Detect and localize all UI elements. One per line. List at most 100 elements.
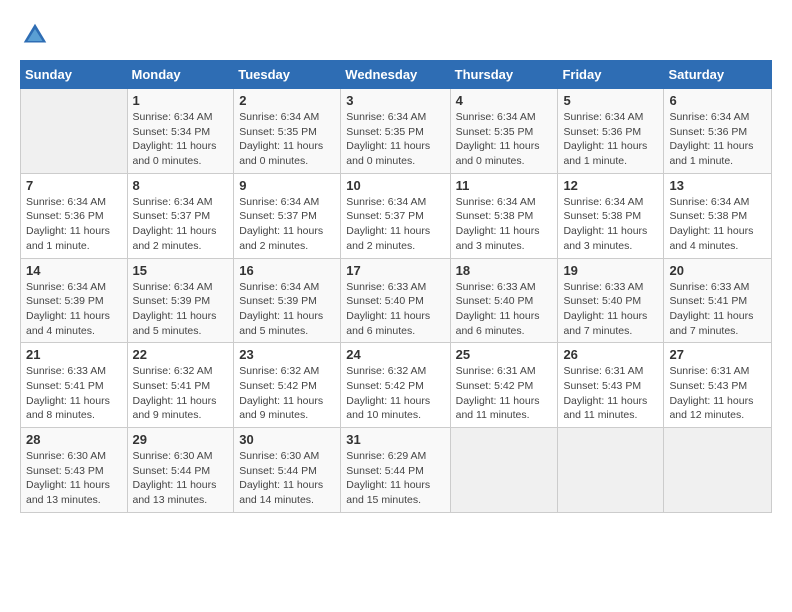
day-detail: Sunrise: 6:33 AM Sunset: 5:40 PM Dayligh… bbox=[563, 280, 658, 339]
calendar-cell: 18 Sunrise: 6:33 AM Sunset: 5:40 PM Dayli… bbox=[450, 258, 558, 343]
calendar-week-5: 28 Sunrise: 6:30 AM Sunset: 5:43 PM Dayli… bbox=[21, 428, 772, 513]
calendar-week-3: 14Sunrise: 6:34 AM Sunset: 5:39 PM Dayli… bbox=[21, 258, 772, 343]
day-detail: Sunrise: 6:34 AM Sunset: 5:38 PM Dayligh… bbox=[456, 195, 553, 254]
calendar-cell: 12 Sunrise: 6:34 AM Sunset: 5:38 PM Dayli… bbox=[558, 173, 664, 258]
calendar-cell: 13 Sunrise: 6:34 AM Sunset: 5:38 PM Dayli… bbox=[664, 173, 772, 258]
day-number: 17 bbox=[346, 263, 444, 278]
logo bbox=[20, 20, 54, 50]
calendar-cell: 7 Sunrise: 6:34 AM Sunset: 5:36 PM Daylig… bbox=[21, 173, 128, 258]
calendar-cell: 20 Sunrise: 6:33 AM Sunset: 5:41 PM Dayli… bbox=[664, 258, 772, 343]
day-detail: Sunrise: 6:30 AM Sunset: 5:44 PM Dayligh… bbox=[133, 449, 229, 508]
calendar-cell: 23 Sunrise: 6:32 AM Sunset: 5:42 PM Dayli… bbox=[234, 343, 341, 428]
day-number: 9 bbox=[239, 178, 335, 193]
day-detail: Sunrise: 6:32 AM Sunset: 5:42 PM Dayligh… bbox=[346, 364, 444, 423]
calendar-cell: 28 Sunrise: 6:30 AM Sunset: 5:43 PM Dayli… bbox=[21, 428, 128, 513]
day-detail: Sunrise: 6:31 AM Sunset: 5:43 PM Dayligh… bbox=[563, 364, 658, 423]
day-detail: Sunrise: 6:34 AM Sunset: 5:36 PM Dayligh… bbox=[26, 195, 122, 254]
day-number: 4 bbox=[456, 93, 553, 108]
calendar-table: SundayMondayTuesdayWednesdayThursdayFrid… bbox=[20, 60, 772, 513]
calendar-cell: 15 Sunrise: 6:34 AM Sunset: 5:39 PM Dayli… bbox=[127, 258, 234, 343]
calendar-cell: 27 Sunrise: 6:31 AM Sunset: 5:43 PM Dayli… bbox=[664, 343, 772, 428]
day-number: 11 bbox=[456, 178, 553, 193]
calendar-cell: 24 Sunrise: 6:32 AM Sunset: 5:42 PM Dayli… bbox=[341, 343, 450, 428]
calendar-cell: 14Sunrise: 6:34 AM Sunset: 5:39 PM Dayli… bbox=[21, 258, 128, 343]
calendar-cell: 10Sunrise: 6:34 AM Sunset: 5:37 PM Dayli… bbox=[341, 173, 450, 258]
calendar-cell: 25 Sunrise: 6:31 AM Sunset: 5:42 PM Dayli… bbox=[450, 343, 558, 428]
header-monday: Monday bbox=[127, 61, 234, 89]
day-number: 25 bbox=[456, 347, 553, 362]
day-detail: Sunrise: 6:32 AM Sunset: 5:41 PM Dayligh… bbox=[133, 364, 229, 423]
calendar-cell bbox=[664, 428, 772, 513]
day-detail: Sunrise: 6:34 AM Sunset: 5:35 PM Dayligh… bbox=[456, 110, 553, 169]
calendar-cell: 19 Sunrise: 6:33 AM Sunset: 5:40 PM Dayli… bbox=[558, 258, 664, 343]
day-detail: Sunrise: 6:33 AM Sunset: 5:40 PM Dayligh… bbox=[456, 280, 553, 339]
calendar-cell: 1 Sunrise: 6:34 AM Sunset: 5:34 PM Daylig… bbox=[127, 89, 234, 174]
day-number: 27 bbox=[669, 347, 766, 362]
calendar-cell: 22 Sunrise: 6:32 AM Sunset: 5:41 PM Dayli… bbox=[127, 343, 234, 428]
calendar-cell: 2 Sunrise: 6:34 AM Sunset: 5:35 PM Daylig… bbox=[234, 89, 341, 174]
calendar-cell: 8 Sunrise: 6:34 AM Sunset: 5:37 PM Daylig… bbox=[127, 173, 234, 258]
header-thursday: Thursday bbox=[450, 61, 558, 89]
calendar-cell: 3Sunrise: 6:34 AM Sunset: 5:35 PM Daylig… bbox=[341, 89, 450, 174]
day-detail: Sunrise: 6:31 AM Sunset: 5:43 PM Dayligh… bbox=[669, 364, 766, 423]
day-number: 18 bbox=[456, 263, 553, 278]
day-number: 26 bbox=[563, 347, 658, 362]
day-number: 13 bbox=[669, 178, 766, 193]
day-number: 15 bbox=[133, 263, 229, 278]
header-saturday: Saturday bbox=[664, 61, 772, 89]
day-detail: Sunrise: 6:32 AM Sunset: 5:42 PM Dayligh… bbox=[239, 364, 335, 423]
day-detail: Sunrise: 6:34 AM Sunset: 5:35 PM Dayligh… bbox=[346, 110, 444, 169]
day-detail: Sunrise: 6:30 AM Sunset: 5:44 PM Dayligh… bbox=[239, 449, 335, 508]
header-friday: Friday bbox=[558, 61, 664, 89]
day-number: 5 bbox=[563, 93, 658, 108]
calendar-cell: 31Sunrise: 6:29 AM Sunset: 5:44 PM Dayli… bbox=[341, 428, 450, 513]
day-number: 12 bbox=[563, 178, 658, 193]
header-tuesday: Tuesday bbox=[234, 61, 341, 89]
day-detail: Sunrise: 6:34 AM Sunset: 5:35 PM Dayligh… bbox=[239, 110, 335, 169]
calendar-cell: 21 Sunrise: 6:33 AM Sunset: 5:41 PM Dayli… bbox=[21, 343, 128, 428]
day-detail: Sunrise: 6:34 AM Sunset: 5:39 PM Dayligh… bbox=[133, 280, 229, 339]
calendar-cell: 9 Sunrise: 6:34 AM Sunset: 5:37 PM Daylig… bbox=[234, 173, 341, 258]
day-detail: Sunrise: 6:33 AM Sunset: 5:41 PM Dayligh… bbox=[26, 364, 122, 423]
calendar-week-1: 1 Sunrise: 6:34 AM Sunset: 5:34 PM Daylig… bbox=[21, 89, 772, 174]
calendar-week-2: 7 Sunrise: 6:34 AM Sunset: 5:36 PM Daylig… bbox=[21, 173, 772, 258]
day-detail: Sunrise: 6:31 AM Sunset: 5:42 PM Dayligh… bbox=[456, 364, 553, 423]
day-detail: Sunrise: 6:34 AM Sunset: 5:34 PM Dayligh… bbox=[133, 110, 229, 169]
logo-icon bbox=[20, 20, 50, 50]
calendar-cell: 17 Sunrise: 6:33 AM Sunset: 5:40 PM Dayli… bbox=[341, 258, 450, 343]
day-detail: Sunrise: 6:34 AM Sunset: 5:36 PM Dayligh… bbox=[563, 110, 658, 169]
day-number: 7 bbox=[26, 178, 122, 193]
day-number: 28 bbox=[26, 432, 122, 447]
day-number: 21 bbox=[26, 347, 122, 362]
day-number: 2 bbox=[239, 93, 335, 108]
calendar-cell: 16 Sunrise: 6:34 AM Sunset: 5:39 PM Dayli… bbox=[234, 258, 341, 343]
day-number: 20 bbox=[669, 263, 766, 278]
day-number: 10 bbox=[346, 178, 444, 193]
calendar-cell bbox=[558, 428, 664, 513]
day-number: 19 bbox=[563, 263, 658, 278]
day-detail: Sunrise: 6:33 AM Sunset: 5:40 PM Dayligh… bbox=[346, 280, 444, 339]
calendar-cell: 6Sunrise: 6:34 AM Sunset: 5:36 PM Daylig… bbox=[664, 89, 772, 174]
calendar-week-4: 21 Sunrise: 6:33 AM Sunset: 5:41 PM Dayli… bbox=[21, 343, 772, 428]
header-wednesday: Wednesday bbox=[341, 61, 450, 89]
day-detail: Sunrise: 6:34 AM Sunset: 5:37 PM Dayligh… bbox=[239, 195, 335, 254]
calendar-cell: 11 Sunrise: 6:34 AM Sunset: 5:38 PM Dayli… bbox=[450, 173, 558, 258]
day-number: 16 bbox=[239, 263, 335, 278]
day-number: 1 bbox=[133, 93, 229, 108]
day-number: 22 bbox=[133, 347, 229, 362]
day-detail: Sunrise: 6:33 AM Sunset: 5:41 PM Dayligh… bbox=[669, 280, 766, 339]
header-sunday: Sunday bbox=[21, 61, 128, 89]
day-detail: Sunrise: 6:29 AM Sunset: 5:44 PM Dayligh… bbox=[346, 449, 444, 508]
day-detail: Sunrise: 6:34 AM Sunset: 5:37 PM Dayligh… bbox=[133, 195, 229, 254]
day-detail: Sunrise: 6:34 AM Sunset: 5:38 PM Dayligh… bbox=[563, 195, 658, 254]
calendar-cell: 5 Sunrise: 6:34 AM Sunset: 5:36 PM Daylig… bbox=[558, 89, 664, 174]
calendar-cell: 26 Sunrise: 6:31 AM Sunset: 5:43 PM Dayli… bbox=[558, 343, 664, 428]
day-detail: Sunrise: 6:30 AM Sunset: 5:43 PM Dayligh… bbox=[26, 449, 122, 508]
calendar-cell: 29Sunrise: 6:30 AM Sunset: 5:44 PM Dayli… bbox=[127, 428, 234, 513]
day-detail: Sunrise: 6:34 AM Sunset: 5:39 PM Dayligh… bbox=[26, 280, 122, 339]
day-detail: Sunrise: 6:34 AM Sunset: 5:39 PM Dayligh… bbox=[239, 280, 335, 339]
day-number: 23 bbox=[239, 347, 335, 362]
day-detail: Sunrise: 6:34 AM Sunset: 5:38 PM Dayligh… bbox=[669, 195, 766, 254]
day-number: 8 bbox=[133, 178, 229, 193]
day-number: 24 bbox=[346, 347, 444, 362]
